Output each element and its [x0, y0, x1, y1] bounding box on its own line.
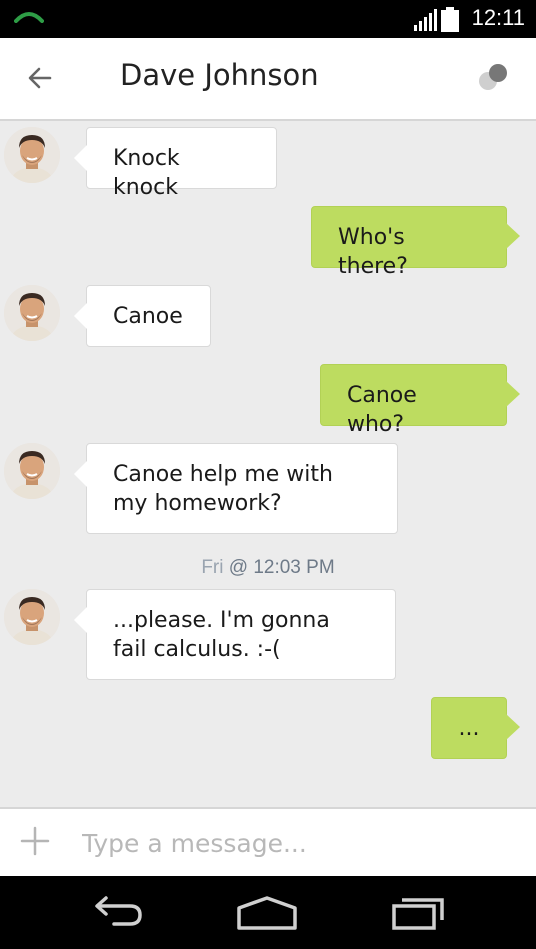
- signal-icon: [414, 9, 437, 31]
- contact-status-icon[interactable]: [476, 62, 512, 94]
- recent-apps-nav-icon[interactable]: [390, 892, 446, 932]
- battery-icon: [441, 7, 459, 32]
- incoming-message[interactable]: ...please. I'm gonna fail calculus. :-(: [74, 589, 396, 680]
- message-text: Canoe help me with my homework?: [113, 462, 333, 516]
- person-avatar-icon: [4, 285, 60, 341]
- message-composer: [0, 807, 536, 878]
- incoming-message[interactable]: Canoe: [74, 285, 211, 347]
- message-text: Canoe: [113, 304, 183, 329]
- home-nav-icon[interactable]: [236, 892, 298, 932]
- outgoing-message[interactable]: Who's there?: [311, 206, 520, 279]
- call-icon: [14, 12, 44, 23]
- back-arrow-icon[interactable]: [24, 62, 56, 94]
- message-text: ...: [458, 716, 480, 741]
- add-attachment-icon[interactable]: [20, 826, 50, 856]
- avatar[interactable]: [4, 443, 60, 499]
- message-text: Canoe who?: [347, 383, 417, 437]
- outgoing-message[interactable]: Canoe who?: [320, 364, 520, 437]
- avatar[interactable]: [4, 127, 60, 183]
- avatar[interactable]: [4, 589, 60, 645]
- message-input[interactable]: [80, 821, 514, 865]
- message-text: ...please. I'm gonna fail calculus. :-(: [113, 608, 330, 662]
- person-avatar-icon: [4, 589, 60, 645]
- system-navigation-bar: [0, 876, 536, 949]
- person-avatar-icon: [4, 127, 60, 183]
- back-nav-icon[interactable]: [92, 892, 144, 932]
- outgoing-message[interactable]: ...: [431, 697, 520, 759]
- person-avatar-icon: [4, 443, 60, 499]
- status-bar: 12:11: [0, 0, 536, 38]
- timestamp-time: @ 12:03 PM: [228, 557, 335, 578]
- incoming-message[interactable]: Canoe help me with my homework?: [74, 443, 398, 534]
- timestamp-day: Fri: [201, 557, 224, 578]
- conversation-title: Dave Johnson: [120, 58, 319, 92]
- status-time: 12:11: [471, 5, 525, 30]
- incoming-message[interactable]: Knock knock: [74, 127, 277, 200]
- app-bar: Dave Johnson: [0, 38, 536, 121]
- message-timestamp: Fri @ 12:03 PM: [0, 557, 536, 579]
- avatar[interactable]: [4, 285, 60, 341]
- message-text: Who's there?: [338, 225, 408, 279]
- message-text: Knock knock: [113, 146, 180, 200]
